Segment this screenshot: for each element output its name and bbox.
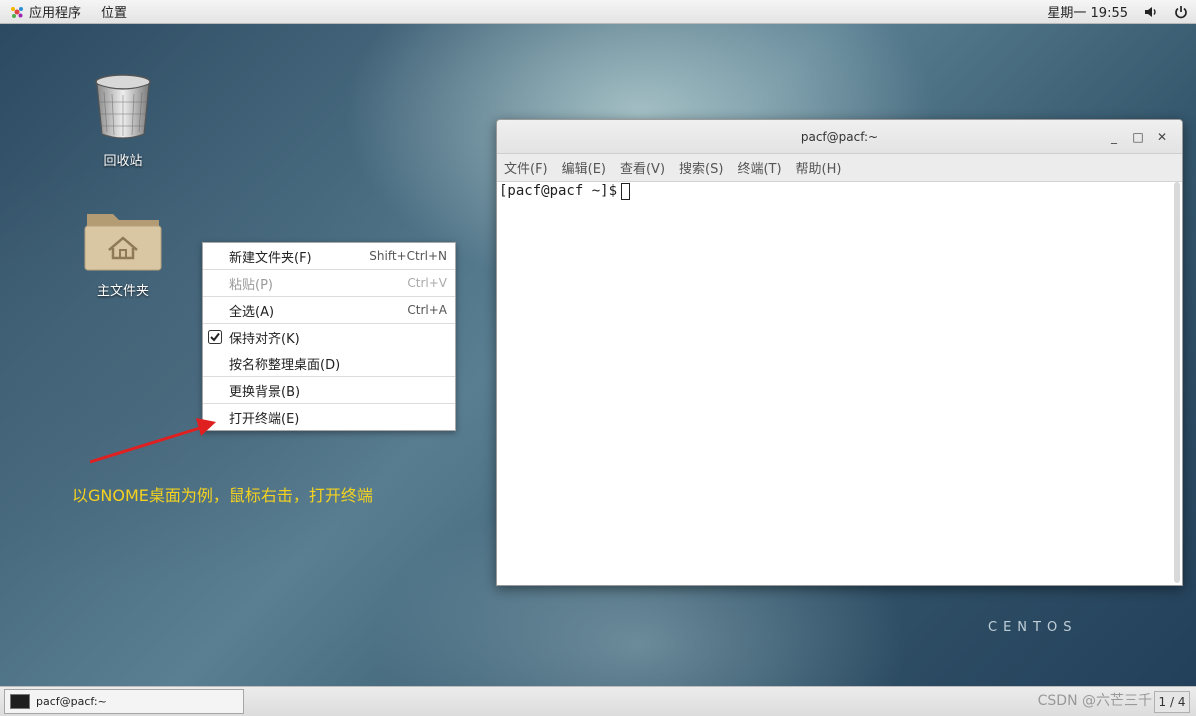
- watermark: CSDN @六芒三千: [1037, 693, 1152, 709]
- bottom-taskbar: pacf@pacf:~ CSDN @六芒三千 1 / 4: [0, 686, 1196, 716]
- workspace-switcher[interactable]: 1 / 4: [1154, 691, 1190, 713]
- annotation-arrow: [89, 418, 216, 464]
- terminal-icon: [10, 694, 30, 709]
- annotation-text: 以GNOME桌面为例，鼠标右击，打开终端: [72, 486, 373, 505]
- taskbar-item-terminal[interactable]: pacf@pacf:~: [4, 689, 244, 714]
- taskbar-item-label: pacf@pacf:~: [36, 695, 107, 708]
